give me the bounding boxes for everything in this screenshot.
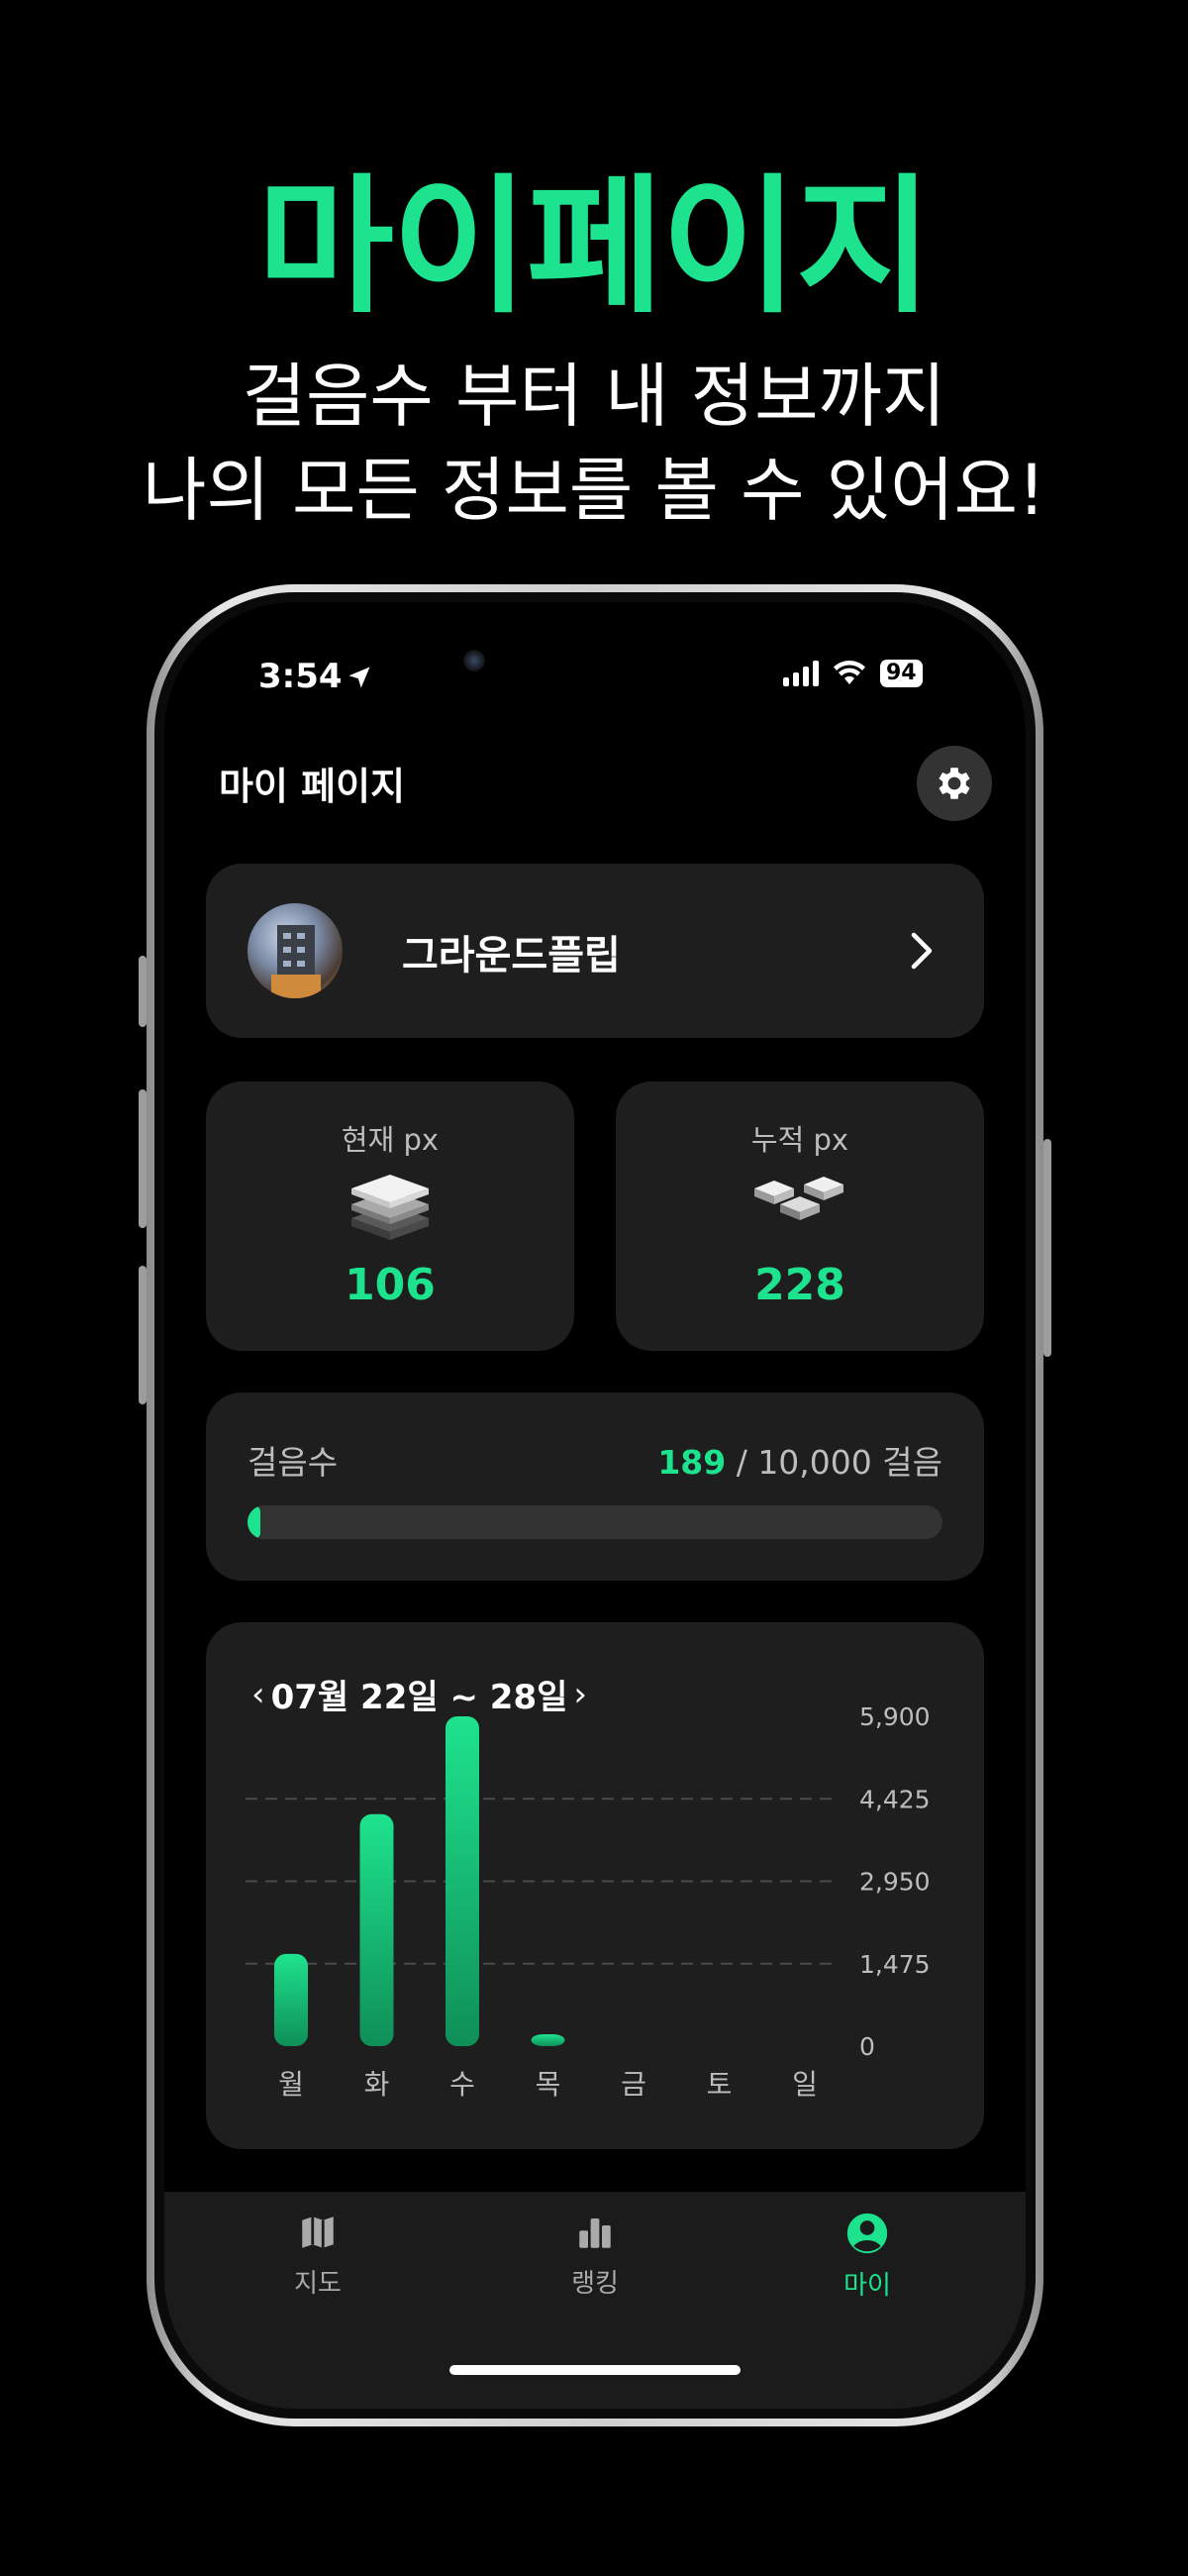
home-indicator (449, 2365, 741, 2375)
tiles-icon (754, 1177, 843, 1220)
steps-goal: / 10,000 걸음 (726, 1443, 942, 1482)
steps-count: 189 / 10,000 걸음 (657, 1436, 942, 1484)
x-tick-label: 화 (364, 2068, 390, 2101)
layers-icon (351, 1175, 429, 1240)
phone-power-button (1043, 1139, 1051, 1357)
bar-0 (274, 1953, 308, 2046)
x-tick-label: 월 (278, 2068, 304, 2101)
tab-ranking[interactable]: 랭킹 (526, 2212, 664, 2300)
accumulated-px-value: 228 (754, 1260, 845, 1310)
phone-action-button (139, 956, 147, 1027)
promo-title: 마이페이지 (256, 161, 933, 334)
tab-bar: 지도 랭킹 마이 (164, 2192, 1026, 2409)
bar-3 (531, 2034, 565, 2046)
steps-label: 걸음수 (248, 1443, 339, 1482)
x-tick-label: 금 (621, 2068, 646, 2101)
gear-icon (939, 768, 970, 799)
x-tick-label: 일 (792, 2068, 818, 2101)
current-px-card: 현재 px 106 (206, 1082, 574, 1351)
phone-volume-up-button (139, 1089, 147, 1228)
battery-indicator: 94 (880, 660, 923, 687)
ranking-icon (579, 2218, 611, 2248)
avatar (248, 903, 343, 998)
tab-map-label: 지도 (294, 2269, 342, 2299)
x-tick-label: 수 (449, 2068, 475, 2101)
y-tick-label: 1,475 (859, 1950, 931, 1979)
steps-progress-fill (248, 1505, 261, 1539)
signal-icon (783, 661, 819, 686)
settings-button[interactable] (917, 746, 992, 821)
tab-ranking-label: 랭킹 (571, 2269, 619, 2299)
profile-icon (846, 2213, 888, 2254)
accumulated-px-card: 누적 px 228 (616, 1082, 984, 1351)
promo-subtitle-line2: 나의 모든 정보를 볼 수 있어요! (142, 450, 1046, 531)
bar-1 (359, 1813, 394, 2046)
steps-progress-track (248, 1505, 942, 1539)
phone-screen: 3:54 94 마이 페이지 그라운드플립 현재 px 106 누적 px 22… (164, 602, 1026, 2409)
tab-map[interactable]: 지도 (248, 2212, 387, 2300)
status-time: 3:54 (258, 657, 343, 696)
bar-2 (446, 1716, 479, 2046)
map-icon (302, 2216, 334, 2248)
promo-subtitle-line1: 걸음수 부터 내 정보까지 (242, 356, 946, 437)
wifi-icon (834, 661, 865, 684)
y-tick-label: 5,900 (859, 1702, 931, 1731)
location-arrow-icon (348, 667, 370, 688)
page-title: 마이 페이지 (219, 765, 406, 808)
y-tick-label: 4,425 (859, 1785, 931, 1813)
tab-my[interactable]: 마이 (798, 2212, 937, 2302)
x-tick-label: 목 (536, 2068, 561, 2101)
weekly-chart-card: ‹ 07월 22일 ~ 28일 › 0 1,475 2,950 4,425 5,900 월… (206, 1622, 984, 2149)
steps-current: 189 (657, 1443, 727, 1482)
y-tick-label: 0 (859, 2032, 875, 2061)
y-tick-label: 2,950 (859, 1868, 931, 1897)
weekly-steps-chart: 0 1,475 2,950 4,425 5,900 월 화 수 목 금 토 일 (246, 1702, 931, 2101)
front-camera (463, 650, 485, 671)
steps-card: 걸음수 189 / 10,000 걸음 (206, 1392, 984, 1581)
chevron-right-icon (911, 932, 933, 970)
accumulated-px-label: 누적 px (750, 1123, 849, 1157)
current-px-value: 106 (345, 1260, 436, 1310)
tab-my-label: 마이 (843, 2271, 891, 2301)
phone-volume-down-button (139, 1266, 147, 1404)
current-px-label: 현재 px (341, 1123, 440, 1157)
status-icons: 94 (783, 660, 923, 687)
x-tick-label: 토 (707, 2068, 733, 2101)
profile-name: 그라운드플립 (402, 933, 621, 979)
profile-card[interactable]: 그라운드플립 (206, 864, 984, 1038)
